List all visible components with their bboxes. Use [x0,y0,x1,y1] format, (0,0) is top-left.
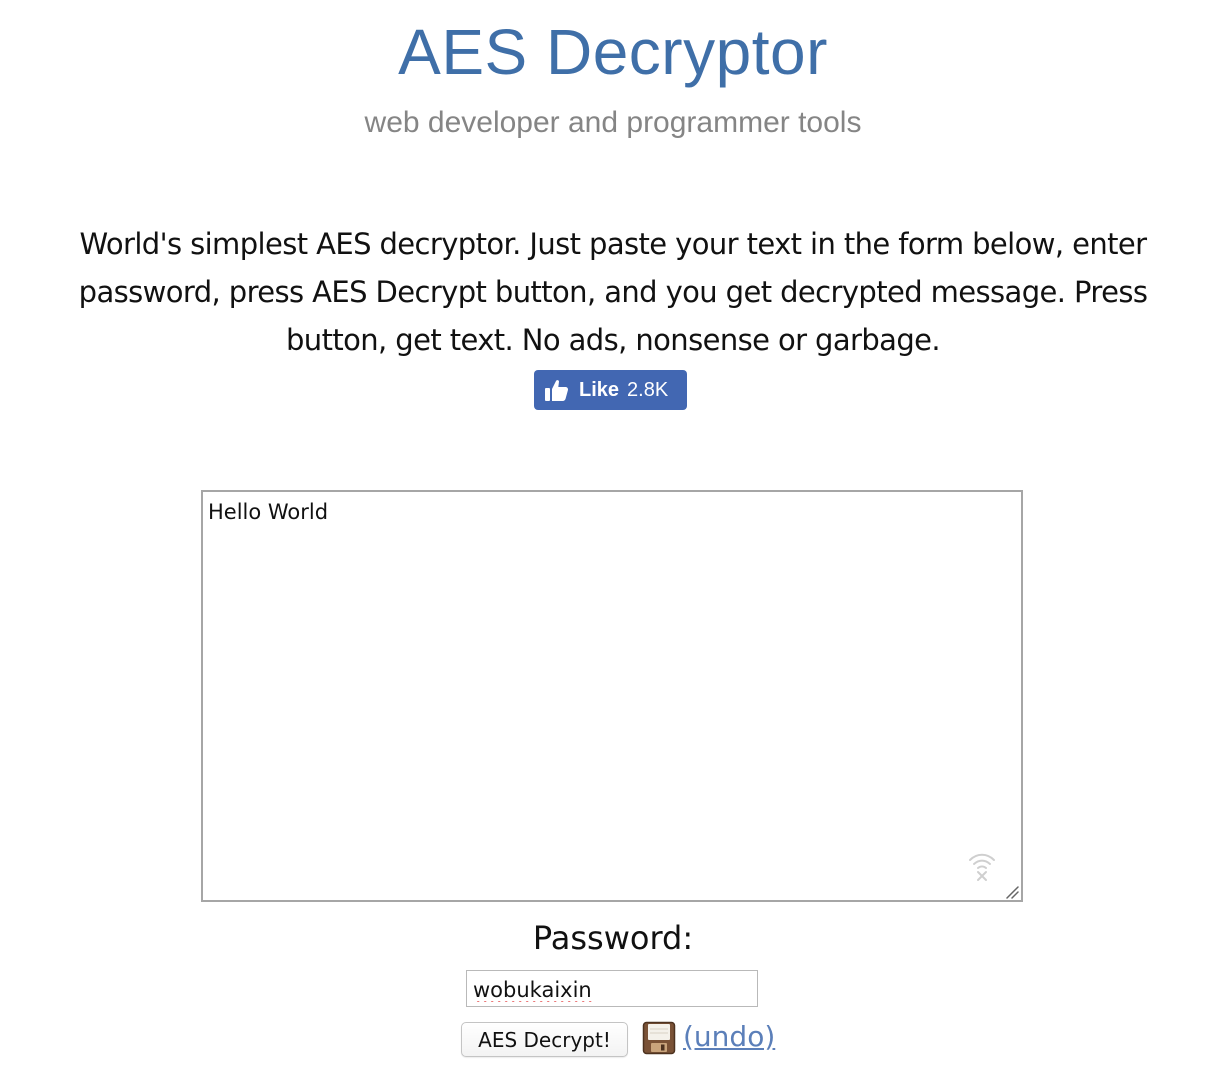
thumbs-up-icon [544,377,570,403]
wifi-off-icon [967,850,997,882]
password-label: Password: [532,919,694,957]
facebook-like-button[interactable]: Like 2.8K [534,370,687,410]
floppy-save-icon[interactable] [642,1021,676,1055]
ciphertext-input[interactable]: Hello World [203,492,1021,900]
text-editor: Hello World [201,490,1023,902]
resize-grip-icon[interactable] [1005,884,1019,899]
tool-description: World's simplest AES decryptor. Just pas… [78,227,1148,357]
like-count: 2.8K [627,378,669,401]
undo-link[interactable]: (undo) [683,1017,775,1057]
aes-decrypt-button[interactable]: AES Decrypt! [461,1022,628,1057]
page-subtitle: web developer and programmer tools [364,106,862,139]
page-title: AES Decryptor [398,16,828,88]
like-label: Like [579,378,620,401]
password-field[interactable] [466,970,758,1007]
